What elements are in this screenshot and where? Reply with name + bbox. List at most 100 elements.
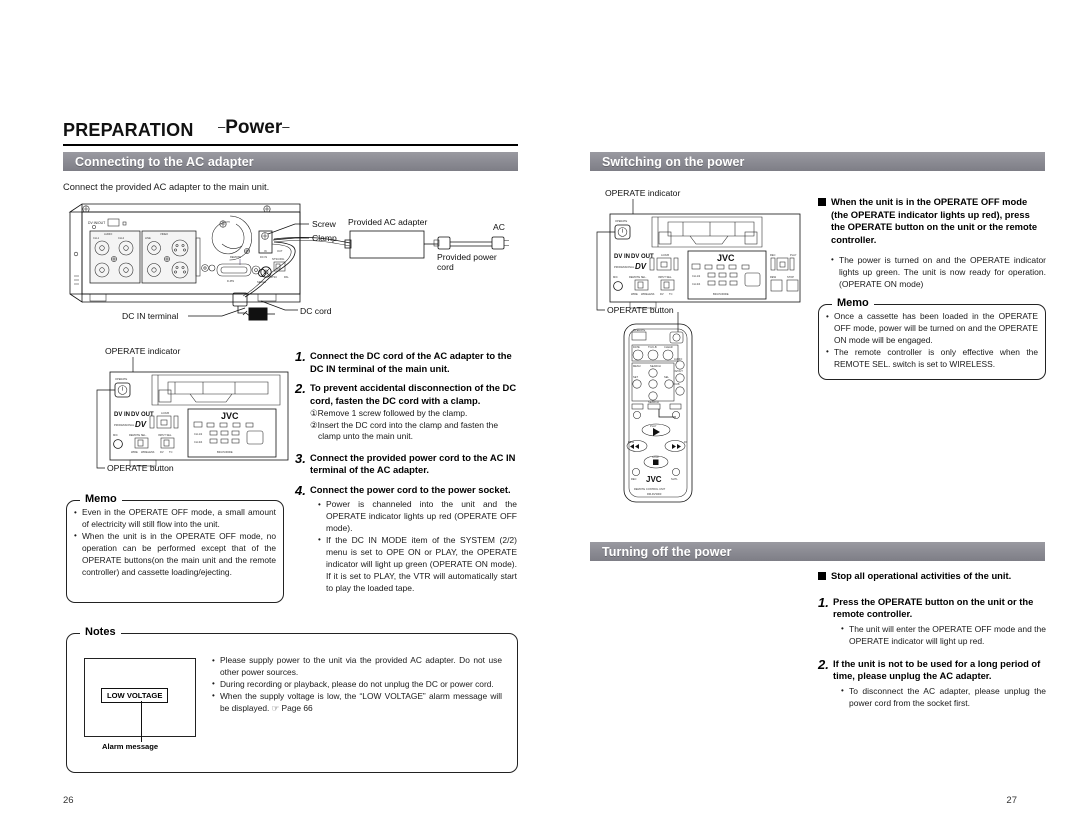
right-page: Switching on the power OPERATE indicator… (540, 0, 1080, 834)
step-3: 3. Connect the provided power cord to th… (295, 450, 517, 477)
step-title: Press the OPERATE button on the unit or … (833, 595, 1034, 620)
svg-text:PLAY: PLAY (790, 253, 797, 257)
svg-text:DC cord: DC cord (300, 306, 332, 316)
svg-text:WIRE: WIRE (631, 292, 638, 296)
chapter-subtitle-text: Power (225, 117, 283, 138)
label-operate-indicator: OPERATE indicator (105, 346, 180, 356)
front-panel-diagram-right: OPERATE indicator OPERATE DV IN DV OUT P… (595, 186, 805, 318)
svg-text:Provided power: Provided power (437, 252, 497, 262)
svg-text:TC/U-B: TC/U-B (648, 345, 657, 349)
switch-off-heading: Stop all operational activities of the u… (818, 570, 1046, 583)
step-notes: The unit will enter the OPERATE OFF mode… (841, 623, 1046, 648)
switching-off-text: Stop all operational activities of the u… (818, 570, 1046, 717)
svg-text:VIDEO: VIDEO (160, 232, 168, 236)
note-item: The unit will enter the OPERATE OFF mode… (841, 623, 1046, 648)
memo-items-right: Once a cassette has been loaded in the O… (826, 311, 1038, 371)
chapter-title: PREPARATION (63, 120, 194, 140)
svg-text:WIRELESS: WIRELESS (141, 450, 155, 454)
model-number-right: BR-DV3000E (713, 292, 729, 296)
notes-legend: Notes (80, 626, 121, 638)
note-item: During recording or playback, please do … (212, 678, 502, 691)
step-number: 1. (295, 349, 306, 364)
svg-text:REMOTE SEL.: REMOTE SEL. (629, 275, 647, 279)
svg-text:CH-1: CH-1 (93, 236, 100, 240)
svg-text:Screw: Screw (312, 219, 337, 229)
step-substeps: ①Remove 1 screw followed by the clamp. ②… (310, 408, 517, 442)
svg-text:OPERATE: OPERATE (633, 328, 645, 332)
manual-page-spread: PREPARATION –Power– Connecting to the AC… (0, 0, 1080, 834)
step-title: Connect the provided power cord to the A… (310, 451, 516, 476)
memo-item: The remote controller is only effective … (826, 346, 1038, 371)
memo-items: Even in the OPERATE OFF mode, a small am… (74, 507, 276, 579)
step-notes: To disconnect the AC adapter, please unp… (841, 685, 1046, 710)
rear-panel-diagram: DV IN/OUT AUDIO CH-1 CH-2 VIDEO LINE REM… (62, 198, 520, 338)
svg-text:Provided AC adapter: Provided AC adapter (348, 217, 427, 227)
svg-text:NTSC/PAL: NTSC/PAL (272, 257, 285, 261)
svg-text:DV: DV (160, 450, 164, 454)
svg-text:MENU: MENU (633, 364, 641, 368)
svg-text:STOP: STOP (652, 455, 659, 459)
left-page: PREPARATION –Power– Connecting to the AC… (0, 0, 540, 834)
front-panel-diagram-left: OPERATE indicator OPERATE DV IN DV OUT P… (95, 344, 295, 476)
svg-text:DV: DV (135, 420, 147, 429)
step-number: 3. (295, 450, 306, 466)
switch-on-heading: When the unit is in the OPERATE OFF mode… (818, 196, 1046, 247)
svg-text:REMOTE SEL.: REMOTE SEL. (129, 433, 147, 437)
svg-text:AUDIO: AUDIO (104, 232, 112, 236)
step-number: 1. (818, 594, 829, 610)
svg-text:OPERATE: OPERATE (615, 219, 627, 223)
switch-on-heading-text: When the unit is in the OPERATE OFF mode… (831, 196, 1038, 246)
note-item: Please supply power to the unit via the … (212, 655, 502, 679)
svg-text:A.DUB: A.DUB (661, 253, 669, 257)
notes-box-left: Notes LOW VOLTAGE Alarm message Please s… (66, 626, 518, 773)
svg-text:INPUT SEL.: INPUT SEL. (158, 433, 172, 437)
svg-text:DV IN: DV IN (114, 412, 130, 418)
svg-text:DUB: DUB (674, 382, 680, 386)
note-item: When the supply voltage is low, the “LOW… (212, 690, 502, 715)
section-header-connecting: Connecting to the AC adapter (63, 152, 518, 171)
svg-text:REC: REC (631, 477, 637, 481)
svg-text:AUDIO: AUDIO (674, 357, 682, 361)
svg-text:A.DUB: A.DUB (161, 411, 169, 415)
svg-text:SEARCH: SEARCH (648, 400, 659, 404)
jvc-logo-right: JVC (717, 253, 735, 263)
step-number: 4. (295, 482, 306, 498)
label-operate-button: OPERATE button (107, 463, 174, 473)
section-header-turning-off: Turning off the power (590, 542, 1045, 561)
memo-box-right: Memo Once a cassette has been loaded in … (818, 297, 1046, 380)
svg-text:WIRELESS: WIRELESS (641, 292, 655, 296)
step-title: To prevent accidental disconnection of t… (310, 382, 517, 406)
svg-text:DV: DV (635, 262, 647, 271)
svg-text:OPERATE: OPERATE (115, 377, 127, 381)
substep-item: ①Remove 1 screw followed by the clamp. (310, 408, 468, 419)
intro-text: Connect the provided AC adapter to the m… (63, 182, 270, 192)
square-bullet-icon (818, 198, 826, 206)
memo-legend: Memo (80, 493, 122, 505)
svg-text:SET: SET (633, 375, 638, 379)
note-item: If the DC IN MODE item of the SYSTEM (2/… (318, 534, 517, 594)
svg-text:CH-3/4: CH-3/4 (194, 440, 203, 444)
svg-text:Clamp: Clamp (312, 233, 337, 243)
off-step-1: 1. Press the OPERATE button on the unit … (818, 594, 1046, 648)
remote-caption-1: REMOTE CONTROL UNIT (634, 487, 666, 491)
svg-text:MIC: MIC (113, 433, 118, 437)
svg-text:DC IN terminal: DC IN terminal (122, 311, 178, 321)
svg-text:SHTL: SHTL (671, 477, 678, 481)
svg-text:DATE: DATE (633, 345, 640, 349)
svg-text:BR-DV3000E: BR-DV3000E (217, 450, 233, 454)
svg-text:STOP: STOP (787, 275, 794, 279)
page-number-right: 27 (1006, 795, 1017, 806)
svg-text:TC: TC (169, 450, 173, 454)
chapter-subtitle: –Power– (218, 117, 290, 139)
step-number: 2. (818, 656, 829, 672)
svg-text:PROFESSIONAL: PROFESSIONAL (114, 423, 135, 427)
svg-text:CH-2: CH-2 (118, 236, 125, 240)
memo-item: When the unit is in the OPERATE OFF mode… (74, 530, 276, 579)
svg-text:DV IN: DV IN (614, 254, 630, 260)
step-2: 2. To prevent accidental disconnection o… (295, 382, 517, 442)
page-number-left: 26 (63, 795, 74, 806)
svg-text:CH-1/2: CH-1/2 (692, 274, 701, 278)
note-item: The power is turned on and the OPERATE i… (831, 254, 1046, 291)
svg-text:INPUT SEL.: INPUT SEL. (658, 275, 672, 279)
svg-text:JVC: JVC (221, 411, 239, 421)
